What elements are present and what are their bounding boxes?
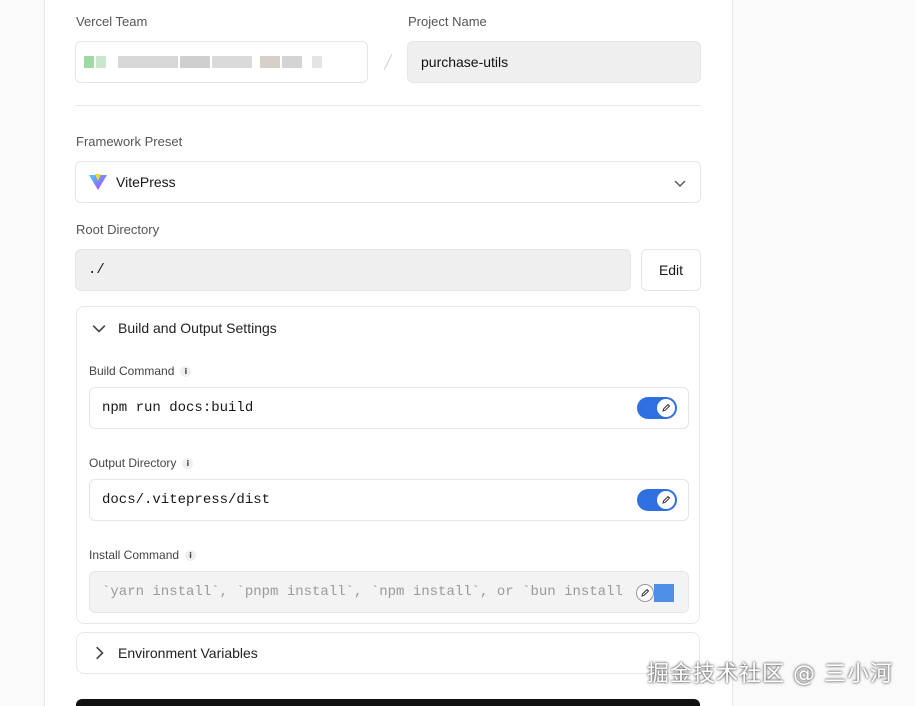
output-directory-override-toggle[interactable] <box>637 489 677 511</box>
info-icon: i <box>182 458 194 470</box>
chevron-down-icon <box>92 325 106 333</box>
root-directory-value: ./ <box>88 262 105 278</box>
edit-root-button[interactable]: Edit <box>641 249 701 291</box>
project-name-value: purchase-utils <box>421 54 509 70</box>
watermark: 掘金技术社区 @ 三小河 <box>647 662 893 687</box>
framework-select[interactable]: VitePress <box>75 161 701 203</box>
output-directory-label: Output Directory i <box>89 456 194 470</box>
output-directory-input[interactable]: docs/.vitepress/dist <box>89 479 689 521</box>
pencil-icon <box>657 491 675 509</box>
install-command-placeholder: `yarn install`, `pnpm install`, `npm ins… <box>102 584 622 600</box>
environment-variables-title: Environment Variables <box>118 645 258 661</box>
info-icon: i <box>180 366 192 378</box>
toggle-track-highlight <box>654 584 674 602</box>
build-output-settings-section: Build and Output Settings Build Command i… <box>76 306 700 624</box>
slash-separator <box>383 53 393 71</box>
build-output-settings-toggle[interactable]: Build and Output Settings <box>77 307 699 349</box>
framework-value: VitePress <box>116 174 176 190</box>
environment-variables-section[interactable]: Environment Variables <box>76 632 700 674</box>
root-directory-input[interactable]: ./ <box>75 249 631 291</box>
edit-root-label: Edit <box>658 262 684 278</box>
build-command-value: npm run docs:build <box>102 400 254 416</box>
deploy-button[interactable] <box>76 699 700 706</box>
framework-label: Framework Preset <box>76 134 183 149</box>
output-directory-value: docs/.vitepress/dist <box>102 492 271 508</box>
install-command-label: Install Command i <box>89 548 197 562</box>
chevron-right-icon <box>96 646 104 660</box>
team-select[interactable] <box>75 41 368 83</box>
build-command-label: Build Command i <box>89 364 192 378</box>
install-command-override-toggle[interactable] <box>636 582 674 604</box>
info-icon: i <box>185 550 197 562</box>
vitepress-logo-icon <box>89 174 107 190</box>
root-directory-label: Root Directory <box>76 222 160 237</box>
project-name-input[interactable]: purchase-utils <box>407 41 701 83</box>
team-name-redacted <box>84 56 322 68</box>
build-output-settings-title: Build and Output Settings <box>118 320 277 336</box>
team-label: Vercel Team <box>76 14 148 29</box>
pencil-icon <box>636 584 654 602</box>
build-command-input[interactable]: npm run docs:build <box>89 387 689 429</box>
divider <box>75 105 701 106</box>
pencil-icon <box>657 399 675 417</box>
build-command-override-toggle[interactable] <box>637 397 677 419</box>
project-name-label: Project Name <box>408 14 487 29</box>
chevron-down-icon <box>674 180 686 187</box>
install-command-input[interactable]: `yarn install`, `pnpm install`, `npm ins… <box>89 571 689 613</box>
